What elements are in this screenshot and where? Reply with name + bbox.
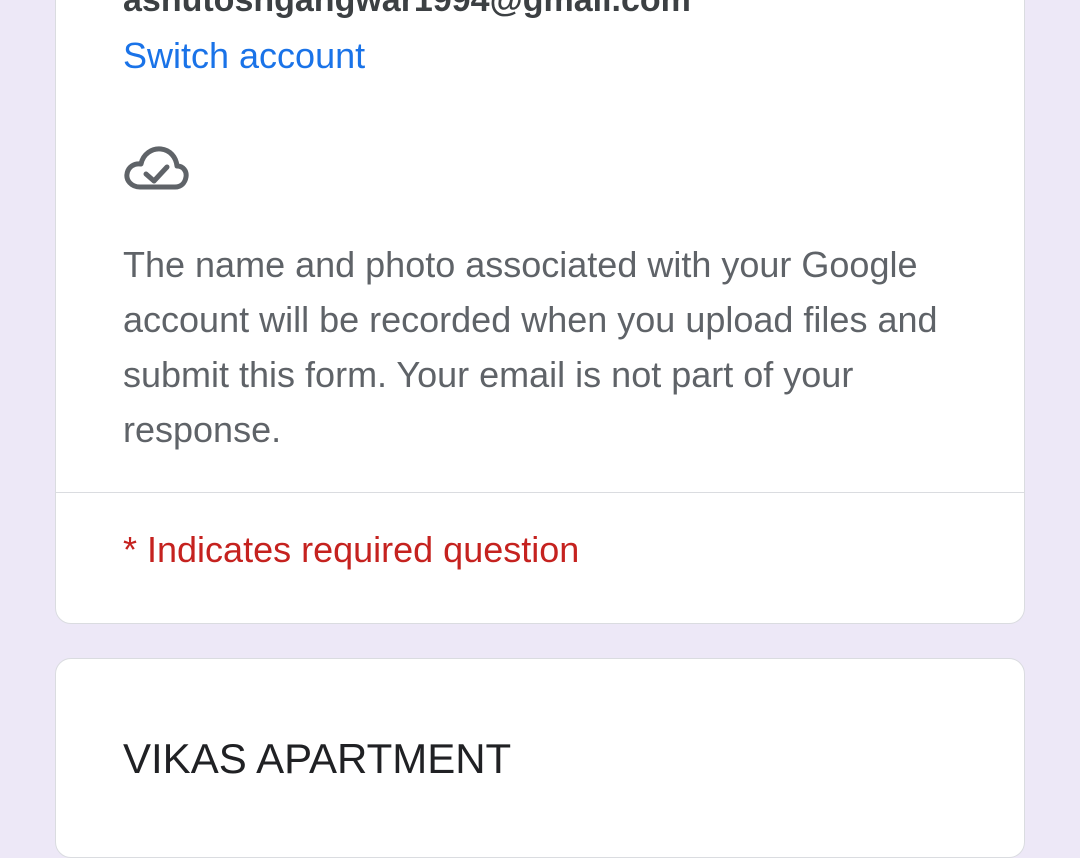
account-notice: The name and photo associated with your …	[123, 244, 938, 450]
section-title: VIKAS APARTMENT	[123, 735, 512, 782]
account-card: ashutoshgangwar1994@gmail.com Switch acc…	[55, 0, 1025, 624]
required-question-note: * Indicates required question	[123, 529, 580, 570]
switch-account-link[interactable]: Switch account	[123, 35, 365, 77]
cloud-check-icon	[123, 145, 189, 193]
divider	[56, 492, 1024, 493]
account-email: ashutoshgangwar1994@gmail.com	[123, 0, 691, 19]
section-card: VIKAS APARTMENT	[55, 658, 1025, 858]
